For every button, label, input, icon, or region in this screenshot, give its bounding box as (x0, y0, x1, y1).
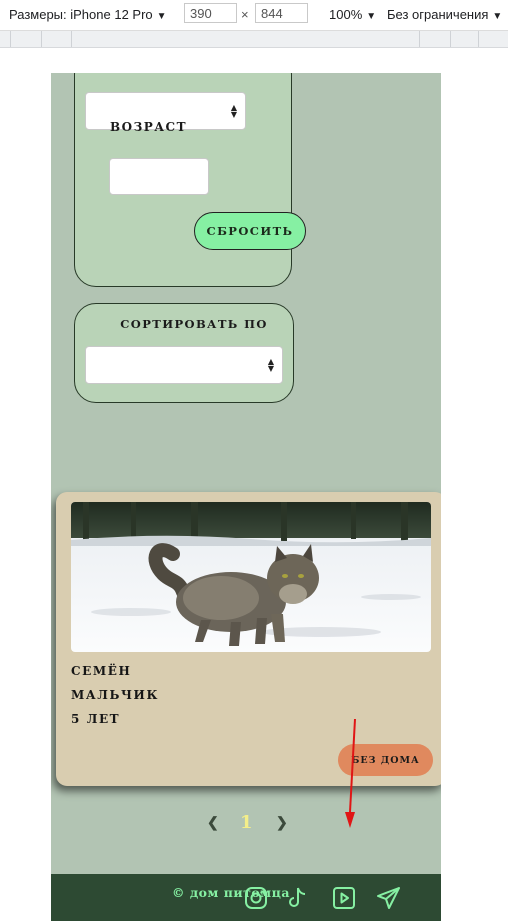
pet-age: 5 лет (71, 712, 121, 726)
youtube-icon[interactable] (332, 886, 356, 910)
instagram-icon[interactable] (244, 886, 268, 910)
height-input[interactable]: 844 (255, 3, 308, 23)
zoom-select[interactable]: 100% ▼ (329, 7, 376, 22)
footer-copyright: © дом питомца (172, 885, 290, 900)
footer: © дом питомца (51, 874, 441, 921)
age-label: возраст (110, 120, 188, 134)
select-arrows-icon: ▲ ▼ (230, 103, 237, 119)
age-input[interactable] (109, 158, 209, 195)
sort-title: сортировать по (120, 317, 268, 331)
dropdown-arrow-icon: ▼ (156, 11, 167, 22)
filter-panel: ▲ ▼ возраст сбросить (74, 73, 306, 287)
throttle-label: Без ограничения (387, 7, 489, 22)
sort-panel: сортировать по ▲ ▼ (74, 303, 294, 403)
devtools-toolbar: Размеры: iPhone 12 Pro ▼ 390 × 844 100% ▼ … (0, 0, 508, 31)
tiktok-icon[interactable] (287, 886, 307, 910)
pet-photo (71, 502, 431, 652)
device-viewport: ▲ ▼ возраст сбросить сортировать по ▲ ▼ (51, 73, 441, 921)
sort-select[interactable]: ▲ ▼ (85, 346, 283, 384)
pet-name: Семён (71, 664, 132, 678)
device-label: Размеры: iPhone 12 Pro (9, 7, 153, 22)
status-button[interactable]: без дома (338, 744, 433, 776)
chevron-right-icon[interactable]: ❯ (276, 815, 288, 831)
reset-button-label: сбросить (206, 224, 294, 238)
pet-card[interactable]: Семён мальчик 5 лет без дома (56, 492, 441, 786)
page-number-current[interactable]: 1 (240, 812, 253, 833)
status-label: без дома (351, 754, 420, 766)
times-sign: × (241, 7, 249, 22)
select-arrows-icon: ▲ ▼ (267, 357, 274, 373)
zoom-label: 100% (329, 7, 363, 22)
reset-button[interactable]: сбросить (194, 212, 306, 250)
chevron-left-icon[interactable]: ❮ (207, 815, 219, 831)
pet-gender: мальчик (71, 688, 159, 702)
throttle-select[interactable]: Без ограничения ▼ (387, 7, 502, 22)
media-query-ruler[interactable] (0, 31, 508, 48)
device-select[interactable]: Размеры: iPhone 12 Pro ▼ (9, 7, 167, 22)
dropdown-arrow-icon: ▼ (492, 11, 503, 22)
dropdown-arrow-icon: ▼ (366, 11, 377, 22)
telegram-icon[interactable] (376, 885, 402, 911)
width-input[interactable]: 390 (184, 3, 237, 23)
